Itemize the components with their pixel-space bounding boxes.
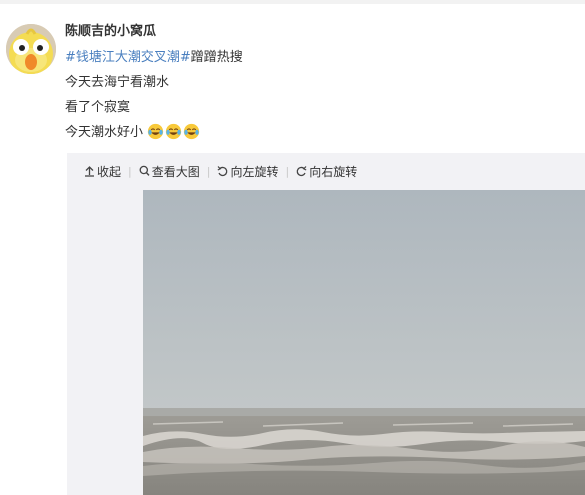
laugh-cry-emoji-icon [166,123,182,140]
collapse-label: 收起 [97,164,122,179]
rotate-left-icon [218,166,228,177]
post-author[interactable]: 陈顺吉的小窝瓜 [65,22,585,42]
toolbar-separator: | [206,164,211,178]
avatar[interactable] [6,24,56,74]
rotate-right-button[interactable]: 向右旋转 [296,163,357,180]
post-topic-line: #钱塘江大潮交叉潮#蹭蹭热搜 [65,48,585,68]
post-text-line-3: 今天潮水好小 [65,123,585,143]
toolbar-separator: | [285,164,290,178]
post-text-line-1: 今天去海宁看潮水 [65,75,170,90]
laugh-cry-emoji-icon [184,123,200,140]
post-text-line-3-text: 今天潮水好小 [65,125,144,140]
view-large-label: 查看大图 [151,164,200,179]
search-icon [139,165,150,176]
media-toolbar: 收起 | 查看大图 | 向左旋转 | 向右旋转 [84,162,357,180]
media-viewer: 收起 | 查看大图 | 向左旋转 | 向右旋转 [67,153,585,495]
view-large-button[interactable]: 查看大图 [139,163,200,180]
topic-suffix: 蹭蹭热搜 [190,50,243,65]
top-divider [0,0,585,4]
rotate-left-button[interactable]: 向左旋转 [217,163,278,180]
rotate-left-label: 向左旋转 [230,164,279,179]
rotate-right-icon [296,166,307,177]
rotate-right-label: 向右旋转 [309,164,358,179]
laugh-cry-emoji-icon [148,123,164,140]
river-tide-photo-image [143,190,585,495]
tide-photo[interactable] [143,190,585,495]
collapse-up-icon [85,166,94,177]
post-text-line-2: 看了个寂寞 [65,100,131,115]
collapse-button[interactable]: 收起 [84,163,121,180]
topic-link[interactable]: #钱塘江大潮交叉潮# [65,50,191,65]
yellow-bird-avatar-icon [6,24,56,74]
toolbar-separator: | [128,164,132,178]
weibo-post: 陈顺吉的小窝瓜 #钱塘江大潮交叉潮#蹭蹭热搜 今天去海宁看潮水 看了个寂寞 今天… [65,22,585,143]
